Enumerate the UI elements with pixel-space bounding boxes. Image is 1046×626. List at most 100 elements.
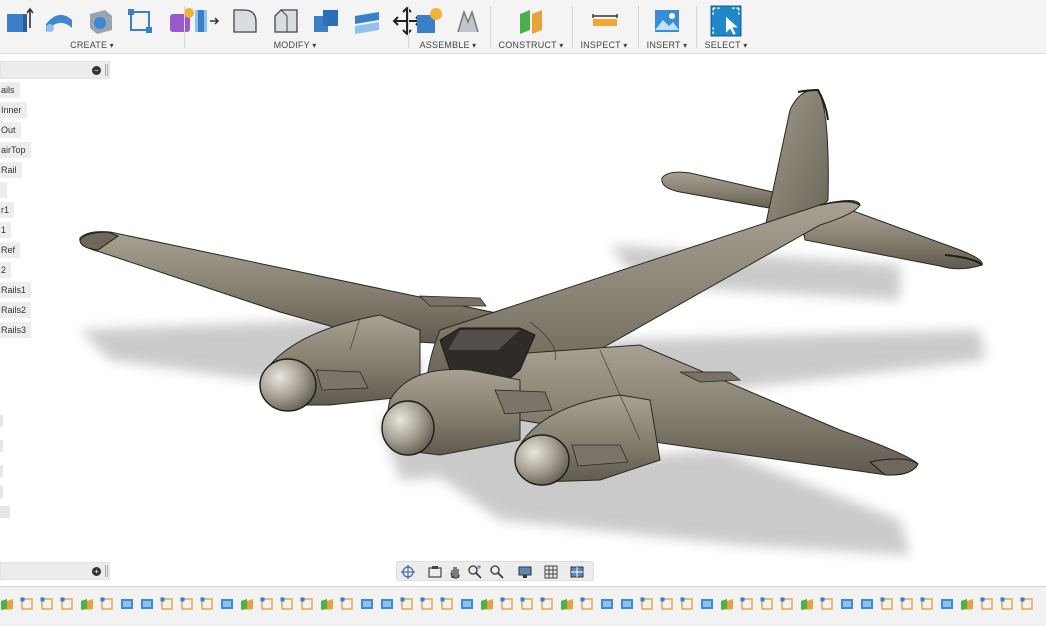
timeline-sketch-icon[interactable] — [780, 597, 794, 611]
timeline-sketch-icon[interactable] — [200, 597, 214, 611]
construct-menu[interactable]: CONSTRUCT — [498, 40, 564, 50]
browser-item[interactable]: Inner — [0, 102, 27, 118]
timeline-body-icon[interactable] — [860, 597, 874, 611]
offset-plane-icon[interactable] — [516, 6, 546, 36]
insert-image-icon[interactable] — [652, 6, 682, 36]
timeline-plane-icon[interactable] — [480, 597, 494, 611]
timeline-sketch-icon[interactable] — [400, 597, 414, 611]
timeline-sketch-icon[interactable] — [60, 597, 74, 611]
sketch-icon[interactable] — [125, 6, 155, 36]
viewports-icon[interactable] — [569, 564, 585, 580]
browser-item[interactable]: airTop — [0, 142, 31, 158]
browser-item[interactable]: 2 — [0, 262, 12, 278]
sweep-icon[interactable] — [44, 6, 74, 36]
grid-settings-icon[interactable] — [543, 564, 559, 580]
timeline-body-icon[interactable] — [140, 597, 154, 611]
select-menu[interactable]: SELECT — [702, 40, 750, 50]
shell-icon[interactable] — [85, 6, 115, 36]
fillet-icon[interactable] — [230, 6, 260, 36]
timeline-sketch-icon[interactable] — [500, 597, 514, 611]
timeline-body-icon[interactable] — [460, 597, 474, 611]
browser-item[interactable]: Rail — [0, 162, 22, 178]
timeline-plane-icon[interactable] — [800, 597, 814, 611]
timeline-plane-icon[interactable] — [320, 597, 334, 611]
browser-item[interactable]: Ref — [0, 242, 21, 258]
timeline-body-icon[interactable] — [120, 597, 134, 611]
timeline-body-icon[interactable] — [940, 597, 954, 611]
browser-item[interactable]: 1 — [0, 222, 12, 238]
panel-grip-icon[interactable] — [105, 64, 108, 76]
timeline-plane-icon[interactable] — [720, 597, 734, 611]
timeline-sketch-icon[interactable] — [680, 597, 694, 611]
press-pull-icon[interactable] — [190, 6, 220, 36]
browser-item[interactable]: Rails1 — [0, 282, 32, 298]
timeline-body-icon[interactable] — [220, 597, 234, 611]
timeline-sketch-icon[interactable] — [740, 597, 754, 611]
split-body-icon[interactable] — [352, 6, 382, 36]
modify-menu[interactable]: MODIFY — [190, 40, 400, 50]
zoom-icon[interactable] — [489, 564, 505, 580]
browser-item[interactable]: ails — [0, 82, 20, 98]
timeline-sketch-icon[interactable] — [440, 597, 454, 611]
timeline-sketch-icon[interactable] — [920, 597, 934, 611]
timeline-sketch-icon[interactable] — [640, 597, 654, 611]
timeline-sketch-icon[interactable] — [540, 597, 554, 611]
timeline-sketch-icon[interactable] — [1020, 597, 1034, 611]
combine-icon[interactable] — [311, 6, 341, 36]
timeline-body-icon[interactable] — [380, 597, 394, 611]
timeline-sketch-icon[interactable] — [520, 597, 534, 611]
timeline-sketch-icon[interactable] — [340, 597, 354, 611]
timeline-sketch-icon[interactable] — [300, 597, 314, 611]
joint-icon[interactable] — [454, 6, 484, 36]
timeline-body-icon[interactable] — [620, 597, 634, 611]
timeline-body-icon[interactable] — [360, 597, 374, 611]
inspect-menu[interactable]: INSPECT — [578, 40, 630, 50]
browser-item[interactable] — [0, 182, 7, 198]
select-icon[interactable] — [710, 5, 742, 37]
timeline-sketch-icon[interactable] — [40, 597, 54, 611]
panel-grip-icon[interactable] — [105, 565, 108, 577]
timeline-sketch-icon[interactable] — [980, 597, 994, 611]
add-comment-icon[interactable]: + — [92, 567, 101, 576]
timeline-body-icon[interactable] — [600, 597, 614, 611]
timeline-sketch-icon[interactable] — [180, 597, 194, 611]
timeline-body-icon[interactable] — [700, 597, 714, 611]
pan-icon[interactable] — [447, 564, 463, 580]
new-component-icon[interactable] — [414, 6, 444, 36]
collapse-panel-icon[interactable]: − — [92, 66, 101, 75]
assemble-menu[interactable]: ASSEMBLE — [414, 40, 482, 50]
timeline-plane-icon[interactable] — [80, 597, 94, 611]
browser-item[interactable]: Out — [0, 122, 21, 138]
browser-item[interactable]: Rails2 — [0, 302, 32, 318]
timeline-sketch-icon[interactable] — [880, 597, 894, 611]
zoom-window-icon[interactable] — [467, 564, 483, 580]
airplane-model[interactable] — [0, 55, 1046, 585]
timeline-sketch-icon[interactable] — [420, 597, 434, 611]
browser-item[interactable]: r1 — [0, 202, 15, 218]
measure-icon[interactable] — [590, 6, 620, 36]
timeline-sketch-icon[interactable] — [820, 597, 834, 611]
timeline-sketch-icon[interactable] — [260, 597, 274, 611]
timeline-sketch-icon[interactable] — [580, 597, 594, 611]
timeline-sketch-icon[interactable] — [1000, 597, 1014, 611]
create-menu[interactable]: CREATE — [4, 40, 180, 50]
timeline-plane-icon[interactable] — [560, 597, 574, 611]
timeline-plane-icon[interactable] — [960, 597, 974, 611]
timeline-plane-icon[interactable] — [0, 597, 14, 611]
timeline-plane-icon[interactable] — [240, 597, 254, 611]
timeline-sketch-icon[interactable] — [100, 597, 114, 611]
timeline-sketch-icon[interactable] — [20, 597, 34, 611]
display-settings-icon[interactable] — [517, 564, 533, 580]
insert-menu[interactable]: INSERT — [644, 40, 690, 50]
extrude-icon[interactable] — [4, 6, 34, 36]
canvas-viewport[interactable] — [0, 55, 1046, 585]
timeline-sketch-icon[interactable] — [760, 597, 774, 611]
look-at-icon[interactable] — [427, 564, 443, 580]
timeline-sketch-icon[interactable] — [160, 597, 174, 611]
browser-item[interactable]: Rails3 — [0, 322, 32, 338]
orbit-icon[interactable] — [400, 564, 416, 580]
chamfer-icon[interactable] — [271, 6, 301, 36]
timeline-sketch-icon[interactable] — [900, 597, 914, 611]
timeline-body-icon[interactable] — [840, 597, 854, 611]
timeline-sketch-icon[interactable] — [280, 597, 294, 611]
